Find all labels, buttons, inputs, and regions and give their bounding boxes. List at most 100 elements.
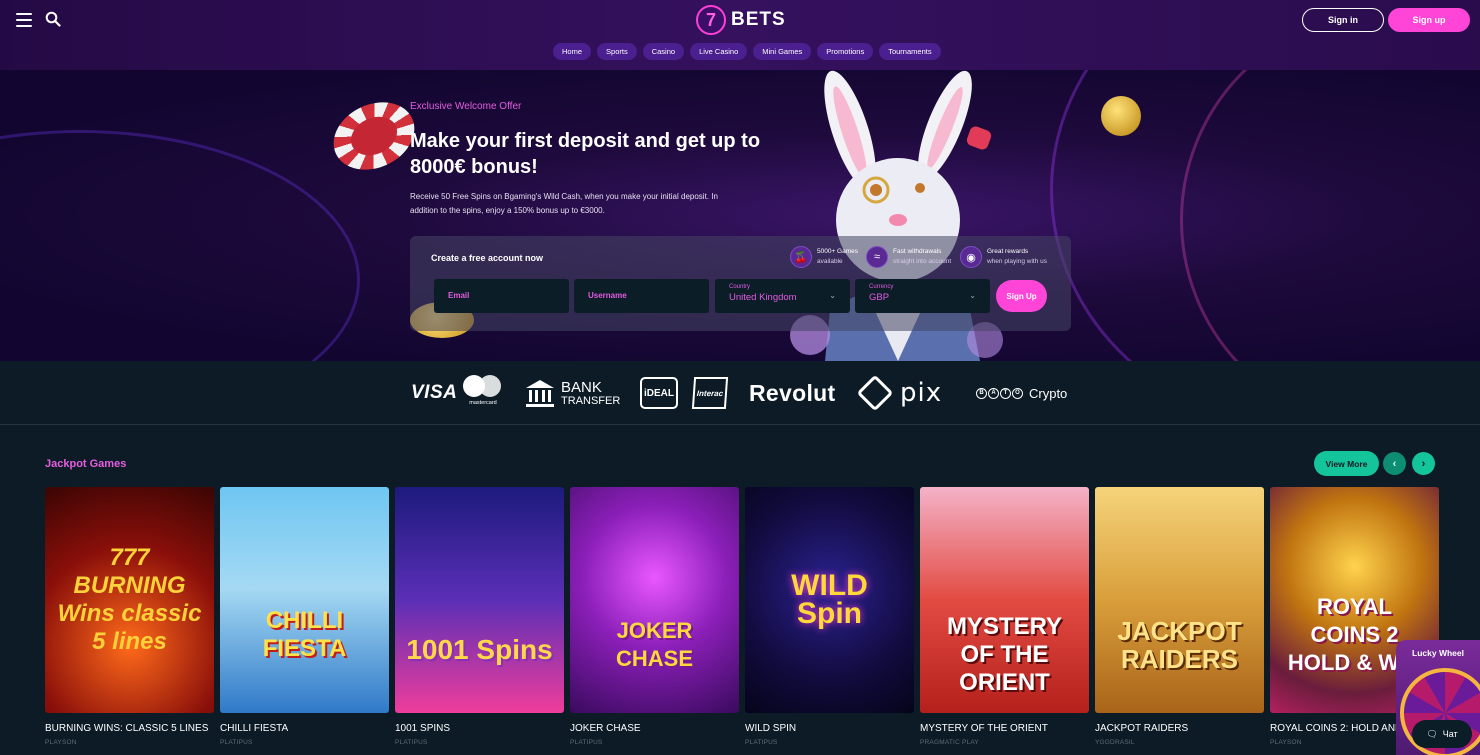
- perk-title: Fast withdrawals: [893, 248, 942, 255]
- game-name[interactable]: CHILLI FIESTA: [220, 723, 389, 734]
- signin-button[interactable]: Sign in: [1302, 8, 1384, 32]
- game-name[interactable]: JOKER CHASE: [570, 723, 739, 734]
- nav-live-casino[interactable]: Live Casino: [690, 43, 748, 60]
- hero-banner: Exclusive Welcome Offer Make your first …: [0, 70, 1480, 361]
- game-card[interactable]: CHILLI FIESTA CHILLI FIESTA PLATIPUS: [220, 487, 389, 746]
- panel-title: Create a free account now: [431, 253, 544, 263]
- bank-line1: BANK: [561, 378, 602, 396]
- jackpot-games-row: 777 BURNING Wins classic 5 lines BURNING…: [45, 487, 1439, 746]
- bank-icon: [526, 380, 554, 407]
- perk-subtitle: when playing with us: [987, 258, 1047, 265]
- game-card[interactable]: MYSTERY OF THE ORIENT MYSTERY OF THE ORI…: [920, 487, 1089, 746]
- game-name[interactable]: BURNING WINS: CLASSIC 5 LINES: [45, 723, 214, 734]
- crypto-label: Crypto: [1029, 385, 1068, 401]
- game-art-title: WILD Spin: [791, 569, 868, 630]
- game-thumbnail[interactable]: 1001 Spins: [395, 487, 564, 713]
- site-header: 7 BETS Home Sports Casino Live Casino Mi…: [0, 0, 1480, 70]
- game-art-title: CHILLI FIESTA: [262, 607, 347, 662]
- game-name[interactable]: MYSTERY OF THE ORIENT: [920, 723, 1089, 734]
- pix-logo: pix: [856, 361, 943, 425]
- game-provider: PLATIPUS: [395, 739, 428, 746]
- nav-sports[interactable]: Sports: [597, 43, 637, 60]
- crypto-badge: T: [1000, 387, 1011, 399]
- game-thumbnail[interactable]: JOKER CHASE: [570, 487, 739, 713]
- mastercard-logo: mastercard: [461, 375, 505, 407]
- chat-label: Чат: [1442, 729, 1458, 739]
- country-select[interactable]: Country United Kingdom ⌄: [715, 279, 850, 313]
- hero-light-streak: [0, 130, 360, 361]
- nav-home[interactable]: Home: [553, 43, 592, 60]
- chevron-right-icon[interactable]: ›: [1412, 452, 1435, 475]
- game-thumbnail[interactable]: 777 BURNING Wins classic 5 lines: [45, 487, 214, 713]
- perk-subtitle: straight into account: [893, 258, 952, 265]
- chat-button[interactable]: 🗨 Чат: [1412, 720, 1472, 748]
- game-thumbnail[interactable]: MYSTERY OF THE ORIENT: [920, 487, 1089, 713]
- medal-icon: ◉: [960, 246, 982, 268]
- hero-title: Make your first deposit and get up to 80…: [410, 130, 761, 178]
- visa-logo: VISA: [411, 382, 458, 403]
- nav-tournaments[interactable]: Tournaments: [879, 43, 941, 60]
- crypto-logo: B A T O Crypto: [976, 361, 1067, 425]
- crypto-badge: O: [1012, 387, 1023, 399]
- game-art-title: MYSTERY OF THE ORIENT: [946, 613, 1063, 696]
- logo-mark: 7: [696, 5, 726, 35]
- game-art-title: 777 BURNING Wins classic 5 lines: [57, 544, 202, 655]
- signup-button[interactable]: Sign up: [1388, 8, 1470, 32]
- menu-icon[interactable]: [16, 13, 32, 27]
- perk-subtitle: available: [817, 258, 843, 265]
- perk-games: 🍒 5000+ Games available: [790, 246, 858, 268]
- perk-title: Great rewards: [987, 248, 1029, 255]
- email-label: Email: [448, 291, 470, 300]
- game-thumbnail[interactable]: JACKPOT RAIDERS: [1095, 487, 1264, 713]
- perk-withdrawals: ≈ Fast withdrawals straight into account: [866, 246, 951, 268]
- game-card[interactable]: JACKPOT RAIDERS JACKPOT RAIDERS YGGDRASI…: [1095, 487, 1264, 746]
- view-more-button[interactable]: View More: [1314, 451, 1379, 476]
- crypto-badge: B: [976, 387, 987, 399]
- hero-description: Receive 50 Free Spins on Bgaming's Wild …: [410, 192, 718, 215]
- interac-logo: Interac: [691, 361, 729, 425]
- cash-icon: ≈: [866, 246, 888, 268]
- chat-bubble-icon: 🗨: [1426, 728, 1438, 739]
- nav-promotions[interactable]: Promotions: [817, 43, 874, 60]
- hero-eyebrow: Exclusive Welcome Offer: [410, 101, 522, 112]
- hero-signup-button[interactable]: Sign Up: [996, 280, 1047, 312]
- pix-label: pix: [900, 378, 943, 408]
- game-thumbnail[interactable]: WILD Spin: [745, 487, 914, 713]
- logo-text: BETS: [731, 9, 786, 30]
- payment-methods-bar: VISA mastercard BANK TRANSFER iDEAL Inte…: [0, 361, 1480, 425]
- game-card[interactable]: 777 BURNING Wins classic 5 lines BURNING…: [45, 487, 214, 746]
- game-provider: PLATIPUS: [570, 739, 603, 746]
- email-field[interactable]: Email: [434, 279, 569, 313]
- revolut-logo: Revolut: [749, 379, 836, 406]
- nav-mini-games[interactable]: Mini Games: [753, 43, 812, 60]
- site-logo[interactable]: 7 BETS: [696, 4, 786, 36]
- game-art-title: 1001 Spins: [406, 634, 553, 665]
- perk-rewards: ◉ Great rewards when playing with us: [960, 246, 1047, 268]
- crypto-badge: A: [988, 387, 999, 399]
- currency-select[interactable]: Currency GBP ⌄: [855, 279, 990, 313]
- cherry-icon: 🍒: [790, 246, 812, 268]
- ideal-logo: iDEAL: [640, 361, 678, 425]
- game-thumbnail[interactable]: CHILLI FIESTA: [220, 487, 389, 713]
- main-nav: Home Sports Casino Live Casino Mini Game…: [553, 43, 941, 60]
- game-name[interactable]: 1001 SPINS: [395, 723, 564, 734]
- lucky-wheel-label: Lucky Wheel: [1412, 648, 1464, 658]
- chevron-left-icon[interactable]: ‹: [1383, 452, 1406, 475]
- game-card[interactable]: JOKER CHASE JOKER CHASE PLATIPUS: [570, 487, 739, 746]
- ideal-label: iDEAL: [640, 377, 678, 409]
- game-art-title: JACKPOT RAIDERS: [1117, 616, 1242, 674]
- game-name[interactable]: JACKPOT RAIDERS: [1095, 723, 1264, 734]
- game-provider: PRAGMATIC PLAY: [920, 739, 979, 746]
- game-name[interactable]: WILD SPIN: [745, 723, 914, 734]
- nav-casino[interactable]: Casino: [642, 43, 685, 60]
- game-card[interactable]: 1001 Spins 1001 SPINS PLATIPUS: [395, 487, 564, 746]
- search-icon[interactable]: [45, 11, 61, 27]
- game-card[interactable]: WILD Spin WILD SPIN PLATIPUS: [745, 487, 914, 746]
- mastercard-label: mastercard: [469, 400, 497, 406]
- game-provider: PLATIPUS: [220, 739, 253, 746]
- hero-light-streak: [1180, 70, 1480, 361]
- username-field[interactable]: Username: [574, 279, 709, 313]
- bank-line2: TRANSFER: [561, 394, 621, 407]
- interac-label: Interac: [691, 377, 729, 409]
- jackpot-section-title: Jackpot Games: [45, 458, 127, 470]
